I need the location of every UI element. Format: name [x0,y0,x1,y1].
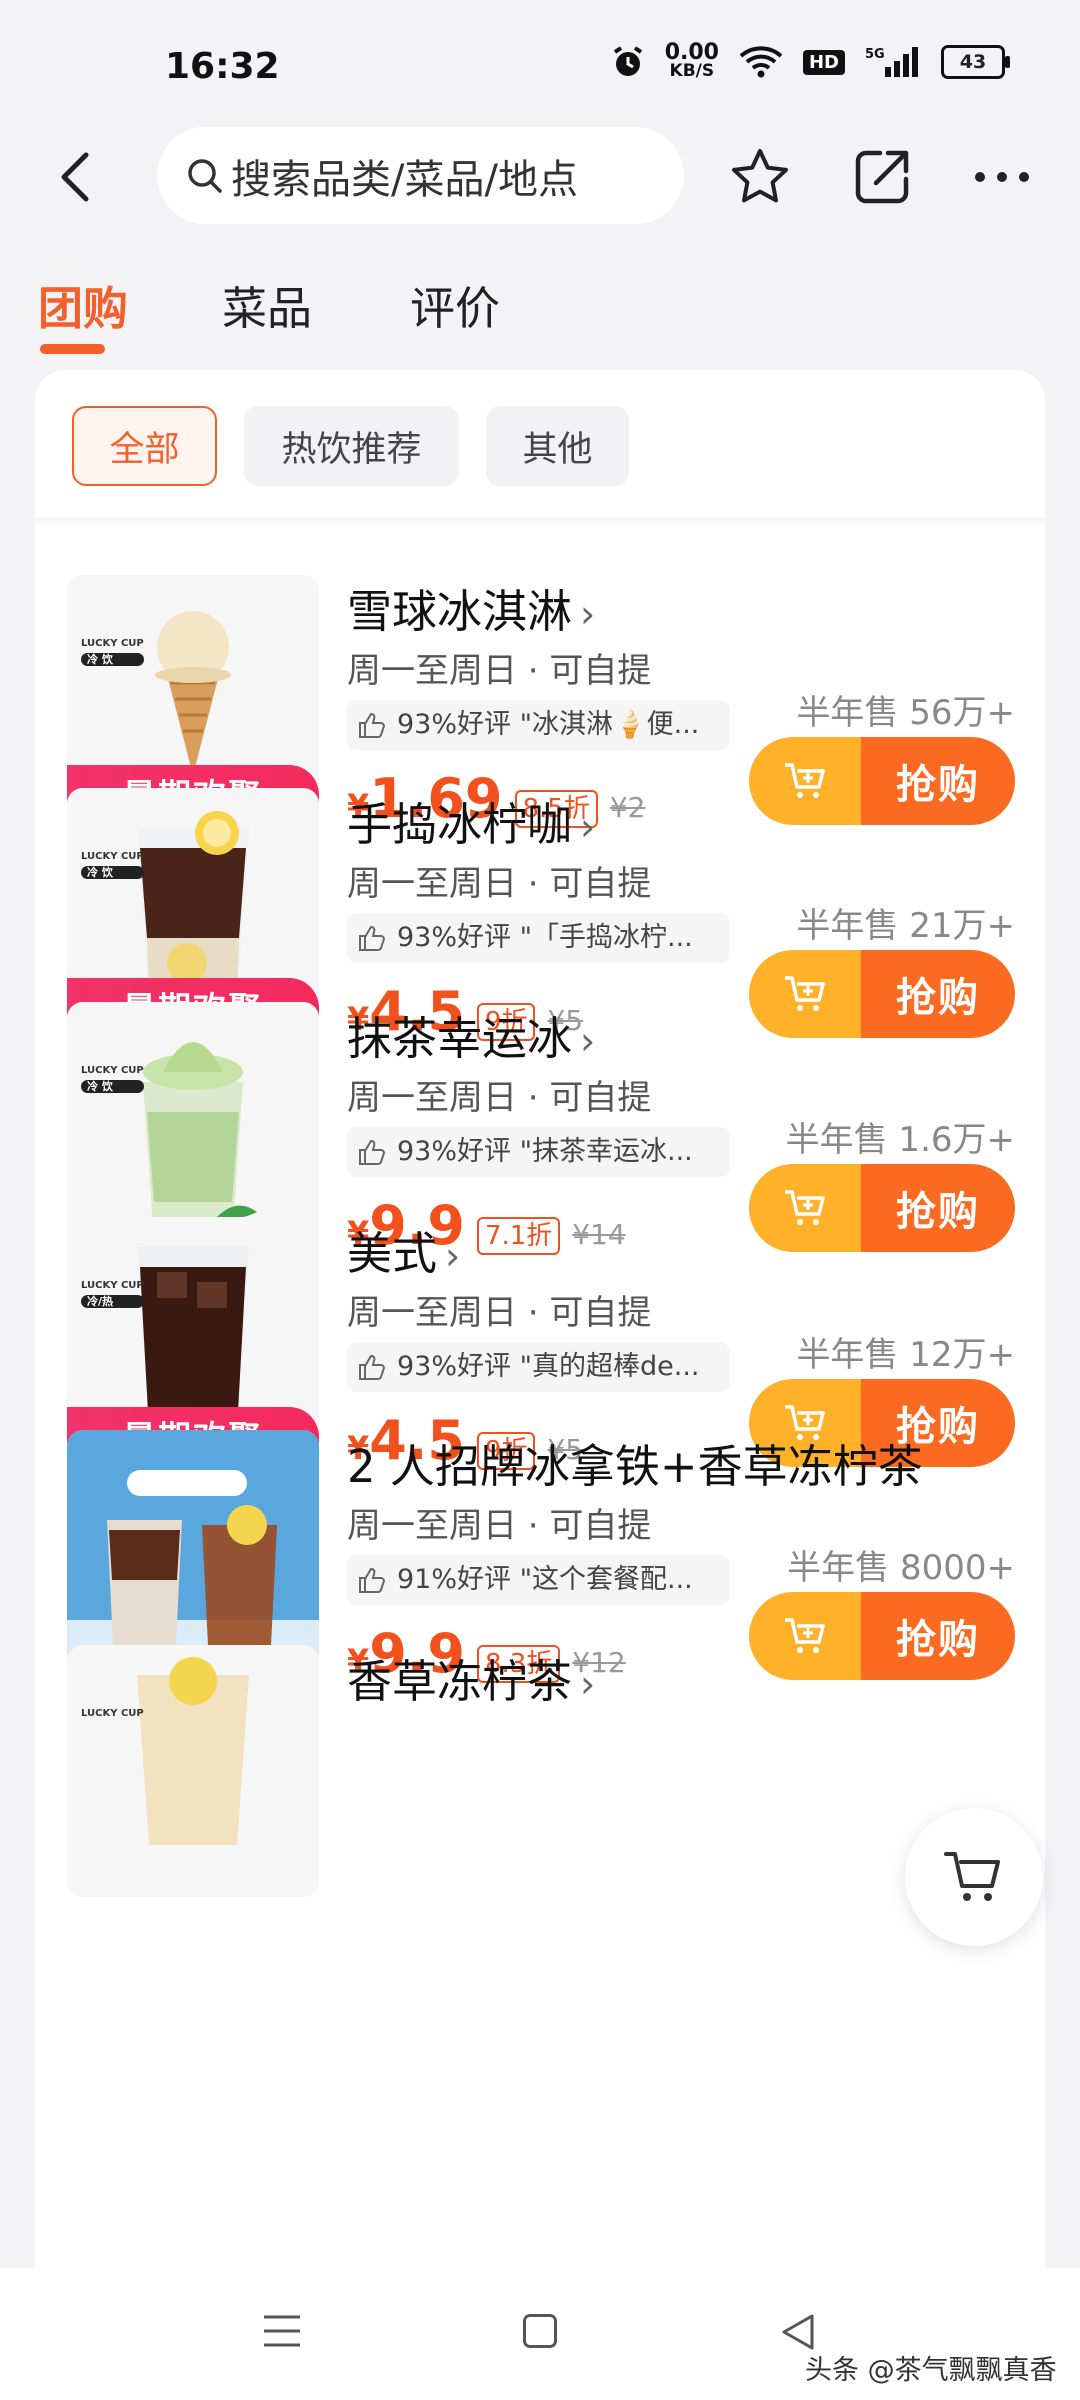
search-bar[interactable]: 搜索品类/菜品/地点 [157,127,684,224]
home-square-icon[interactable] [523,2314,557,2348]
net-speed: 0.00 KB/S [664,40,719,81]
top-bar: 搜索品类/菜品/地点 [0,127,1080,227]
vanilla-lemon-tea-image [67,1645,319,1897]
tab-active-indicator [40,344,105,354]
chevron-right-icon: › [445,1234,461,1278]
more-options-icon[interactable] [970,157,1034,197]
thumbs-up-icon [359,1354,386,1380]
search-icon [188,158,222,193]
lucky-cup-logo: LUCKY CUP 冷 饮 [81,1065,144,1093]
product-name: 香草冻柠茶 › [347,1655,596,1708]
chevron-right-icon: › [580,592,596,636]
filter-hot-drinks[interactable]: 热饮推荐 [244,406,459,486]
product-name: 2 人招牌冰拿铁+香草冻柠茶 [347,1440,923,1493]
lucky-cup-logo: LUCKY CUP 冷 饮 [81,638,144,666]
tab-group-buy[interactable]: 团购 [38,272,128,337]
review-snippet[interactable]: 93%好评 "冰淇淋🍦便... [347,700,730,750]
filter-all[interactable]: 全部 [72,406,217,486]
lucky-cup-logo: LUCKY CUP 冷/热 [81,1280,144,1308]
thumbs-up-icon [359,925,386,951]
status-time: 16:32 [165,46,280,87]
thumbs-up-icon [359,712,386,738]
tab-bar: 团购 菜品 评价 [0,272,1080,362]
review-snippet[interactable]: 93%好评 "真的超棒de... [347,1342,730,1392]
svg-text:5G: 5G [865,47,885,62]
product-image: LUCKY CUP [67,1645,319,1897]
lucky-cup-logo: LUCKY CUP [81,1708,144,1719]
product-name: 抹茶幸运冰 › [347,1012,596,1065]
review-snippet[interactable]: 91%好评 "这个套餐配... [347,1555,730,1605]
back-triangle-icon[interactable] [780,2312,816,2352]
product-availability: 周一至周日 · 可自提 [347,1293,652,1333]
filter-other[interactable]: 其他 [486,406,629,486]
wifi-icon [739,46,783,78]
hd-badge: HD [802,49,845,75]
product-name: 雪球冰淇淋 › [347,585,596,638]
sales-count: 半年售 8000+ [787,1548,1015,1588]
tab-dishes[interactable]: 菜品 [222,272,312,337]
share-icon[interactable] [850,145,914,209]
thumbs-up-icon [359,1139,386,1165]
signal-icon: 5G [865,47,918,77]
battery-indicator: 43 [941,45,1010,79]
floating-cart-button[interactable] [905,1808,1043,1946]
product-availability: 周一至周日 · 可自提 [347,1078,652,1118]
favorite-star-icon[interactable] [728,145,792,209]
product-availability: 周一至周日 · 可自提 [347,1506,652,1546]
watermark-text: 头条 @茶气飘飘真香 [805,2355,1057,2386]
chevron-right-icon: › [580,1662,596,1706]
filter-divider [35,518,1045,528]
product-name: 手捣冰柠咖 › [347,798,596,851]
sales-count: 半年售 12万+ [796,1335,1015,1375]
product-availability: 周一至周日 · 可自提 [347,864,652,904]
status-bar: 16:32 0.00 KB/S HD 5G 43 [0,0,1080,130]
review-snippet[interactable]: 93%好评 "抹茶幸运冰... [347,1127,730,1177]
search-placeholder: 搜索品类/菜品/地点 [231,156,578,203]
thumbs-up-icon [359,1567,386,1593]
sales-count: 半年售 21万+ [796,906,1015,946]
back-arrow-icon[interactable] [50,149,100,205]
chevron-right-icon: › [580,1019,596,1063]
alarm-icon [613,46,642,76]
sales-count: 半年售 56万+ [796,693,1015,733]
menu-icon[interactable] [262,2313,302,2349]
product-availability: 周一至周日 · 可自提 [347,651,652,691]
tab-reviews[interactable]: 评价 [410,272,500,337]
product-name: 美式 › [347,1227,461,1280]
sales-count: 半年售 1.6万+ [785,1120,1015,1160]
filter-chips: 全部 热饮推荐 其他 [72,406,629,486]
chevron-right-icon: › [580,805,596,849]
shopping-cart-icon [944,1852,1000,1901]
review-snippet[interactable]: 93%好评 "「手捣冰柠... [347,913,730,963]
deal-list-panel: 全部 热饮推荐 其他 LUCKY CUP冷 饮 暑期欢聚 雪球冰淇淋› 周一至周… [35,370,1045,2370]
lucky-cup-logo: LUCKY CUP 冷 饮 [81,851,144,879]
product-item[interactable]: LUCKY CUP 香草冻柠茶 › [35,1645,1045,1945]
